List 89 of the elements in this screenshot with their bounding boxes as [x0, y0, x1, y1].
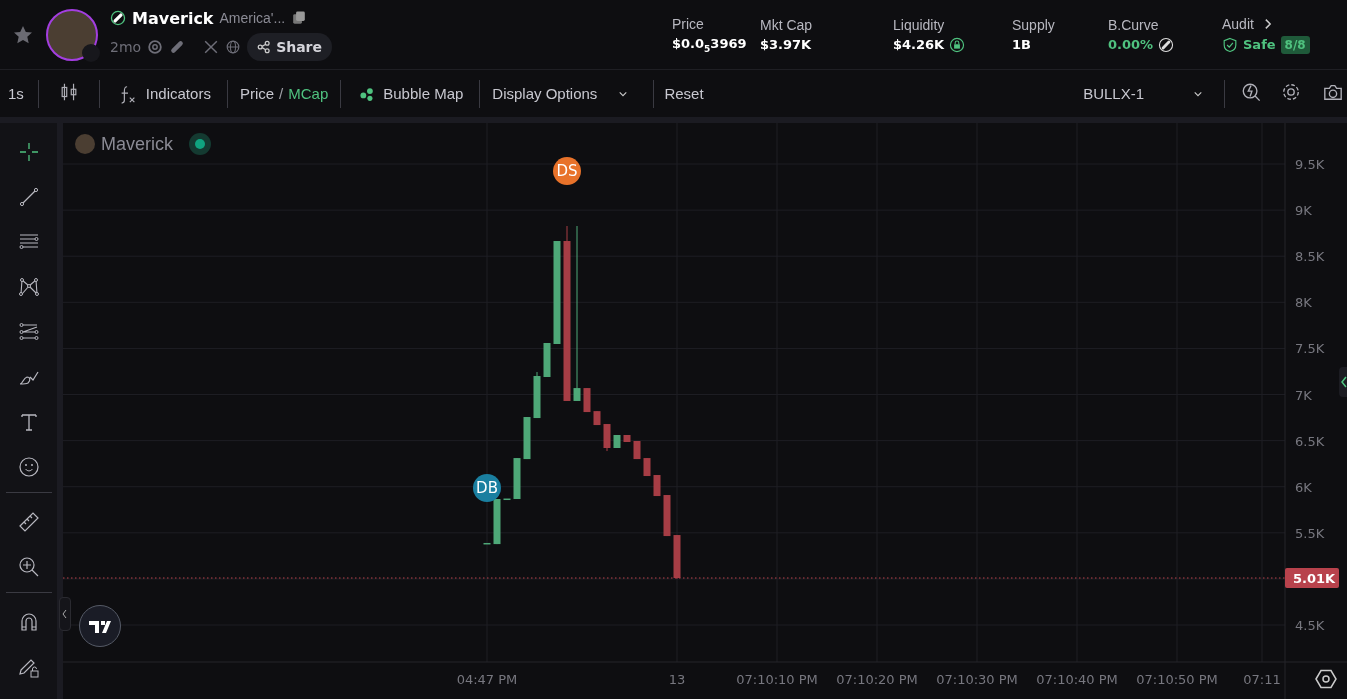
candle	[533, 372, 541, 419]
token-name: Maverick	[132, 8, 214, 28]
time-axis-label: 07:10:50 PM	[1136, 672, 1218, 687]
zoom-in-icon[interactable]	[17, 556, 40, 578]
stat-label: Supply	[1012, 17, 1055, 33]
time-axis-label: 07:10:20 PM	[836, 672, 918, 687]
indicators-button[interactable]: Indicators	[99, 77, 227, 110]
copy-icon[interactable]	[291, 10, 308, 26]
stat-label: Mkt Cap	[760, 17, 813, 33]
trade-marker: DB	[473, 474, 501, 502]
price-axis-label: 8.5K	[1295, 249, 1325, 265]
time-axis-label: 04:47 PM	[456, 672, 518, 687]
lock-icon	[949, 36, 966, 53]
pattern-icon[interactable]	[17, 276, 40, 298]
time-axis-label: 13	[668, 672, 686, 687]
candle	[523, 417, 531, 460]
trade-marker: DS	[553, 157, 581, 186]
flash-search-icon[interactable]	[1241, 82, 1261, 102]
at-sign-icon[interactable]	[147, 38, 164, 55]
interval-button[interactable]: 1s	[0, 77, 38, 110]
candle	[603, 424, 611, 452]
expand-panel-icon[interactable]	[1339, 367, 1347, 397]
candle	[673, 535, 681, 579]
bubbles-icon	[359, 85, 376, 102]
token-age: 2mo	[110, 38, 142, 55]
stat-label[interactable]: Audit	[1222, 15, 1254, 32]
candle	[613, 435, 621, 448]
candle	[653, 475, 661, 497]
price-axis-label: 7K	[1295, 387, 1312, 403]
stat-value: $0.0$_{5}$3969	[672, 35, 747, 54]
shield-check-icon	[1222, 36, 1238, 53]
audit-status: Safe	[1243, 37, 1276, 52]
settings-icon[interactable]	[1281, 82, 1301, 102]
candle	[593, 411, 601, 426]
price-axis-label: 4.5K	[1295, 618, 1325, 634]
candle	[643, 458, 651, 477]
candle	[503, 498, 511, 501]
camera-icon[interactable]	[1323, 82, 1343, 102]
candle	[513, 458, 521, 499]
price-axis-label: 9K	[1295, 203, 1312, 219]
bubble-map-button[interactable]: Bubble Map	[341, 77, 480, 110]
price-tag: 5.01K	[1285, 568, 1339, 588]
token-description: America'...	[219, 10, 286, 26]
price-axis-label: 7.5K	[1295, 341, 1325, 357]
smiley-icon[interactable]	[17, 456, 40, 478]
stat-value: 1B	[1012, 37, 1031, 52]
share-button[interactable]: Share	[247, 32, 333, 61]
candle	[663, 495, 671, 537]
time-axis-label: 07:10:40 PM	[1036, 672, 1118, 687]
globe-icon[interactable]	[225, 38, 242, 55]
pill-icon[interactable]	[169, 38, 186, 55]
stat-value: $3.97K	[760, 37, 812, 52]
time-axis-label: 07:11	[1243, 672, 1281, 687]
toggle-separator: /	[279, 85, 284, 102]
ruler-icon[interactable]	[17, 511, 40, 533]
trend-line-icon[interactable]	[17, 186, 40, 208]
price-axis-label: 9.5K	[1295, 157, 1325, 173]
share-icon	[257, 39, 272, 54]
fibonacci-icon[interactable]	[17, 321, 40, 343]
candle	[493, 499, 501, 545]
price-axis-label: 8K	[1295, 295, 1312, 311]
candle	[483, 542, 491, 545]
time-axis-label: 07:10:10 PM	[736, 672, 818, 687]
candle	[583, 388, 591, 413]
layout-dropdown[interactable]: BULLX-1	[1071, 77, 1224, 110]
price-axis-label: 6.5K	[1295, 433, 1325, 449]
price-axis-label: 6K	[1295, 479, 1312, 495]
stat-label: Price	[672, 15, 704, 32]
audit-score-badge: 8/8	[1280, 35, 1310, 54]
settings-icon[interactable]	[1315, 669, 1337, 689]
candle	[623, 435, 631, 442]
display-options-dropdown[interactable]: Display Options	[480, 77, 654, 110]
crosshair-icon[interactable]	[17, 141, 40, 163]
price-mode-toggle[interactable]: MCap	[288, 85, 329, 102]
candle	[633, 441, 641, 460]
pill-icon	[1158, 36, 1175, 53]
time-axis-label: 07:10:30 PM	[936, 672, 1018, 687]
reset-button[interactable]: Reset	[654, 77, 714, 110]
price-axis-label: 5.5K	[1295, 525, 1325, 541]
legend-symbol: Maverick	[101, 133, 173, 155]
stat-value: $4.26K	[893, 37, 945, 52]
price-mode-toggle[interactable]: Price	[239, 85, 275, 102]
stat-value: 0.00%	[1108, 37, 1154, 52]
stat-label: B.Curve	[1108, 16, 1159, 33]
candle	[543, 343, 551, 377]
stat-label: Liquidity	[893, 16, 945, 33]
chain-badge	[82, 43, 100, 62]
x-logo-icon[interactable]	[203, 38, 220, 55]
pill-icon	[110, 10, 126, 26]
